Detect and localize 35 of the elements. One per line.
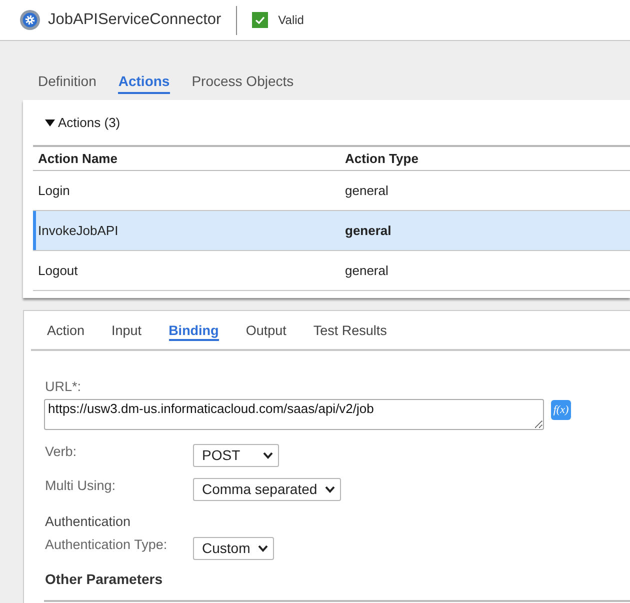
tab[interactable]: Definition [38,72,96,94]
table-cell-text: general [345,262,390,280]
tab[interactable]: Actions [118,72,170,94]
table-cell-text: Login [37,182,71,200]
dropdown[interactable]: Custom [193,537,274,560]
caret-icon [258,545,268,552]
tab[interactable]: Process Objects [192,72,294,94]
tab[interactable]: Output [246,322,286,341]
tab[interactable]: Action [47,322,85,341]
table-cell-text: Logout [37,262,79,280]
field-label: Authentication Type: [44,537,168,554]
table-cell-text: general [345,182,390,200]
status-label: Valid [278,12,304,29]
field-label: Multi Using: [44,478,117,495]
table-cell-text: InvokeJobAPI [37,222,120,240]
tab[interactable]: Binding [168,322,219,341]
field-label: Verb: [44,444,78,461]
actions-toggle[interactable]: Actions (3) [33,114,120,132]
column-header: Action Type [345,150,420,168]
group-heading: Authentication [44,514,132,530]
connector-title: JobAPIServiceConnector [48,10,222,30]
table-row[interactable]: InvokeJobAPI general [33,211,630,251]
dropdown[interactable]: Comma separated [193,478,342,501]
table-cell-text: general [345,222,392,240]
column-header: Action Name [37,150,118,168]
tab[interactable]: Input [112,322,142,341]
caret-icon [263,452,273,459]
section-heading: Other Parameters [44,570,164,588]
table-row[interactable]: Logout general [33,251,630,291]
tab[interactable]: Test Results [313,322,387,341]
url-field[interactable]: https://usw3.dm-us.informaticacloud.com/saas/api/v2/job [44,399,544,430]
gear-icon [20,10,40,30]
caret-icon [325,486,336,493]
dropdown[interactable]: POST [193,444,279,467]
field-label: URL*: [44,379,82,395]
